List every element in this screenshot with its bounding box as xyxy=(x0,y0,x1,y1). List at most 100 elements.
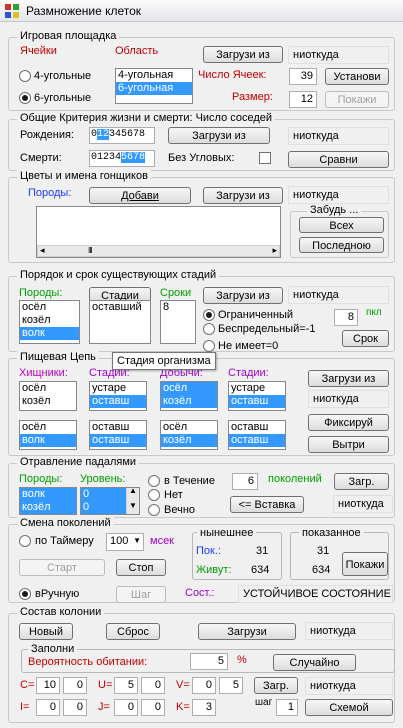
v-input-a[interactable]: 0 xyxy=(192,677,216,694)
radio-4-cornered[interactable] xyxy=(19,70,31,82)
new-button[interactable]: Новый xyxy=(19,623,73,640)
k-input-a[interactable]: 3 xyxy=(192,699,216,716)
show-field-button[interactable]: Покажи xyxy=(325,91,389,108)
stop-button[interactable]: Стоп xyxy=(116,559,166,576)
radio-during[interactable] xyxy=(148,475,160,487)
i-input-b[interactable]: 0 xyxy=(63,699,87,716)
forget-all-button[interactable]: Всех xyxy=(299,217,384,233)
list-item[interactable]: волк xyxy=(20,327,79,340)
step-button[interactable]: Шаг xyxy=(116,586,166,603)
c-input-b[interactable]: 0 xyxy=(63,677,87,694)
load-scheme-button[interactable]: Загр. xyxy=(254,677,298,694)
load-food-button[interactable]: Загрузи из xyxy=(308,370,389,387)
list-item[interactable]: козёл xyxy=(20,314,79,327)
pred-stages-list[interactable]: устаре оставш xyxy=(89,381,147,411)
load-stages-button[interactable]: Загрузи из xyxy=(203,287,283,304)
list-item[interactable]: козёл xyxy=(20,501,76,514)
list-item[interactable]: оставш xyxy=(90,395,146,408)
erase-button[interactable]: Вытри xyxy=(308,436,389,453)
load-poison-button[interactable]: Загр. xyxy=(334,473,389,490)
v-input-b[interactable]: 5 xyxy=(219,677,243,694)
stages-list[interactable]: оставший xyxy=(89,300,151,344)
prey-stages-list-2[interactable]: оставш оставш xyxy=(228,420,286,450)
show-generation-button[interactable]: Покажи xyxy=(342,552,388,576)
area-shape-list[interactable]: 4-угольная 6-угольная xyxy=(115,68,193,104)
scroll-right-icon[interactable]: ▸ xyxy=(272,245,277,256)
list-item[interactable]: оставш xyxy=(229,395,285,408)
list-item[interactable]: волк xyxy=(20,488,76,501)
generations-input[interactable]: 6 xyxy=(232,473,258,490)
scroll-thumb-grip[interactable]: III xyxy=(88,246,93,255)
i-input-a[interactable]: 0 xyxy=(36,699,60,716)
stage-breeds-list[interactable]: осёл козёл волк xyxy=(19,300,80,344)
radio-limited[interactable] xyxy=(203,309,215,321)
u-input-a[interactable]: 5 xyxy=(114,677,138,694)
birth-input[interactable]: 012345678 xyxy=(89,127,155,144)
fix-button[interactable]: Фиксируй xyxy=(308,414,389,431)
list-item[interactable]: осёл xyxy=(20,421,76,434)
size-input[interactable]: 12 xyxy=(289,91,317,108)
list-item[interactable]: оставш xyxy=(229,421,285,434)
term-button[interactable]: Срок xyxy=(342,330,389,347)
radio-none[interactable] xyxy=(203,340,215,352)
list-item[interactable]: 4-угольная xyxy=(116,69,192,82)
list-item[interactable]: осёл xyxy=(161,382,217,395)
pred-stages-list-2[interactable]: оставш оставш xyxy=(89,420,147,450)
load-field-button[interactable]: Загрузи из xyxy=(203,46,283,63)
horizontal-scrollbar[interactable]: ◂ III ▸ xyxy=(37,245,280,257)
set-button[interactable]: Установи xyxy=(325,68,389,85)
u-input-b[interactable]: 0 xyxy=(141,677,165,694)
list-item[interactable]: 6-угольная xyxy=(116,82,192,95)
scheme-button[interactable]: Схемой xyxy=(305,699,393,716)
reset-button[interactable]: Сброс xyxy=(106,623,160,640)
cell-count-input[interactable]: 39 xyxy=(289,68,317,85)
list-item[interactable]: оставш xyxy=(229,434,285,447)
list-item[interactable]: волк xyxy=(20,434,76,447)
list-item[interactable]: оставш xyxy=(90,434,146,447)
scroll-left-icon[interactable]: ◂ xyxy=(40,245,45,256)
j-input-b[interactable]: 0 xyxy=(141,699,165,716)
list-item[interactable]: оставш xyxy=(90,421,146,434)
list-item[interactable]: осёл xyxy=(161,421,217,434)
radio-unlimited[interactable] xyxy=(203,323,215,335)
list-item[interactable]: осёл xyxy=(20,301,79,314)
death-input[interactable]: 012345678 xyxy=(89,150,155,167)
radio-manual[interactable] xyxy=(19,588,31,600)
list-item[interactable]: устаре xyxy=(229,382,285,395)
terms-list[interactable]: 8 xyxy=(160,300,196,344)
list-item[interactable]: оставший xyxy=(90,301,150,314)
j-input-a[interactable]: 0 xyxy=(114,699,138,716)
radio-6-cornered[interactable] xyxy=(19,92,31,104)
load-colony-button[interactable]: Загрузи xyxy=(198,623,296,640)
limit-input[interactable]: 8 xyxy=(334,309,358,326)
list-item[interactable]: осёл xyxy=(20,382,76,395)
list-item[interactable]: устаре xyxy=(90,382,146,395)
c-input-a[interactable]: 10 xyxy=(36,677,60,694)
scroll-down-icon[interactable]: ▼ xyxy=(129,501,137,510)
probability-input[interactable]: 5 xyxy=(190,653,228,670)
radio-forever[interactable] xyxy=(148,504,160,516)
prey-stages-list[interactable]: устаре оставш xyxy=(228,381,286,411)
add-breed-button[interactable]: Добави xyxy=(89,187,191,204)
chevron-down-icon[interactable]: ▼ xyxy=(133,536,141,545)
timer-select[interactable]: 100 ▼ xyxy=(106,533,144,551)
poison-breeds-list[interactable]: волк козёл xyxy=(19,487,77,515)
no-corners-checkbox[interactable] xyxy=(259,152,271,164)
load-colors-button[interactable]: Загрузи из xyxy=(203,187,283,204)
list-item[interactable]: козёл xyxy=(161,395,217,408)
list-item[interactable]: козёл xyxy=(161,434,217,447)
insert-button[interactable]: <= Вставка xyxy=(230,496,304,513)
predators-list[interactable]: осёл козёл xyxy=(19,381,77,411)
levels-scrollbar[interactable]: ▲ ▼ xyxy=(126,486,139,514)
prey-list-2[interactable]: осёл козёл xyxy=(160,420,218,450)
scroll-up-icon[interactable]: ▲ xyxy=(129,486,137,495)
load-criteria-button[interactable]: Загрузи из xyxy=(168,127,270,144)
forget-last-button[interactable]: Последною xyxy=(299,237,384,253)
radio-timer[interactable] xyxy=(19,535,31,547)
start-button[interactable]: Старт xyxy=(19,559,105,576)
random-button[interactable]: Случайно xyxy=(273,654,356,671)
compare-button[interactable]: Сравни xyxy=(288,151,389,168)
list-item[interactable]: козёл xyxy=(20,395,76,408)
list-item[interactable]: 8 xyxy=(161,301,195,314)
predators-list-2[interactable]: осёл волк xyxy=(19,420,77,450)
